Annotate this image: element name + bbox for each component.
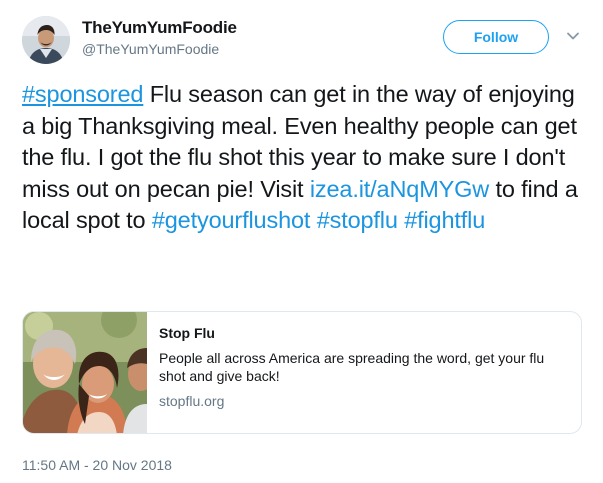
- tweet-text: #sponsored Flu season can get in the way…: [22, 79, 592, 237]
- chevron-down-icon[interactable]: [566, 31, 580, 41]
- hashtag-sponsored-link[interactable]: #sponsored: [22, 81, 143, 107]
- author-handle[interactable]: @TheYumYumFoodie: [82, 40, 237, 58]
- tweet: TheYumYumFoodie @TheYumYumFoodie Follow …: [0, 0, 603, 483]
- follow-button[interactable]: Follow: [443, 20, 549, 54]
- card-thumbnail-image[interactable]: [23, 312, 147, 434]
- author-avatar[interactable]: [22, 16, 70, 64]
- card-domain: stopflu.org: [159, 393, 225, 409]
- hashtag-fightflu-link[interactable]: #fightflu: [404, 207, 485, 233]
- link-preview-card[interactable]: Stop Flu People all across America are s…: [22, 311, 582, 434]
- author-display-name[interactable]: TheYumYumFoodie: [82, 17, 237, 39]
- hashtag-stopflu-link[interactable]: #stopflu: [317, 207, 398, 233]
- tweet-url-link[interactable]: izea.it/aNqMYGw: [310, 176, 489, 202]
- tweet-timestamp[interactable]: 11:50 AM - 20 Nov 2018: [22, 456, 172, 474]
- card-body: Stop Flu People all across America are s…: [159, 324, 569, 410]
- hashtag-getyourflushot-link[interactable]: #getyourflushot: [152, 207, 311, 233]
- card-description: People all across America are spreading …: [159, 350, 545, 384]
- user-avatar-icon: [22, 16, 70, 64]
- author-block[interactable]: TheYumYumFoodie @TheYumYumFoodie: [82, 17, 237, 58]
- card-title: Stop Flu: [159, 325, 215, 341]
